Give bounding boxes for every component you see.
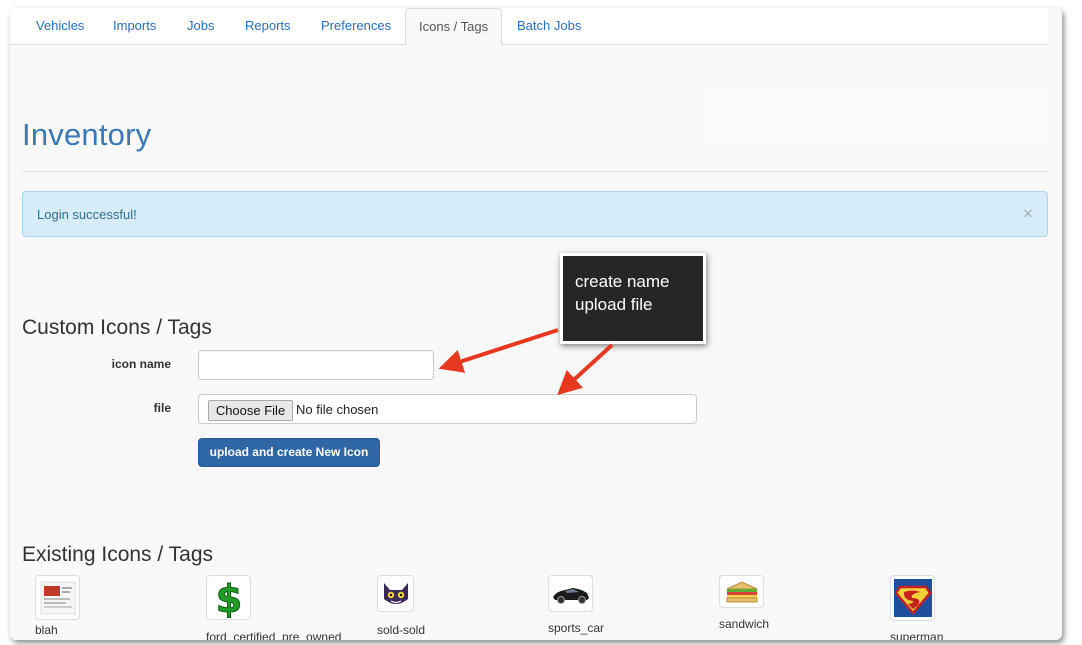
app-window: Vehicles Imports Jobs Reports Preference… bbox=[10, 8, 1062, 640]
tab-jobs[interactable]: Jobs bbox=[174, 8, 227, 45]
tab-batch-jobs[interactable]: Batch Jobs bbox=[504, 8, 594, 45]
tab-imports[interactable]: Imports bbox=[100, 8, 169, 45]
tab-preferences[interactable]: Preferences bbox=[308, 8, 404, 45]
custom-icons-heading: Custom Icons / Tags bbox=[22, 316, 212, 339]
success-alert: Login successful! × bbox=[22, 191, 1048, 237]
icon-tile-label: superman bbox=[890, 630, 944, 640]
icon-name-label: icon name bbox=[111, 357, 171, 371]
choose-file-button[interactable]: Choose File bbox=[208, 400, 293, 421]
icon-tile-label: blah bbox=[35, 623, 58, 637]
close-icon[interactable]: × bbox=[1023, 205, 1033, 223]
icon-tile-label: sold-sold bbox=[377, 623, 426, 637]
annotation-callout: create name upload file bbox=[560, 253, 706, 344]
upload-create-icon-button[interactable]: upload and create New Icon bbox=[198, 438, 380, 467]
file-label: file bbox=[153, 401, 171, 415]
divider bbox=[22, 171, 1048, 172]
icon-tile-label: sports_car bbox=[548, 621, 605, 635]
callout-line: create name bbox=[575, 272, 670, 291]
tab-icons-tags[interactable]: Icons / Tags bbox=[405, 8, 503, 46]
sports-car-icon bbox=[548, 575, 593, 612]
superman-logo-icon bbox=[890, 575, 935, 621]
tab-vehicles[interactable]: Vehicles bbox=[23, 8, 97, 45]
callout-line: upload file bbox=[575, 295, 653, 314]
file-input[interactable]: Choose File No file chosen bbox=[198, 394, 697, 424]
existing-icons-heading: Existing Icons / Tags bbox=[22, 543, 214, 566]
arrow-to-icon-name bbox=[438, 328, 559, 373]
alert-message: Login successful! bbox=[37, 207, 137, 222]
cat-face-icon bbox=[377, 575, 414, 612]
svg-text:$: $ bbox=[215, 578, 241, 618]
dollar-sign-icon: $ bbox=[206, 575, 251, 620]
sandwich-icon bbox=[719, 575, 764, 608]
nav-tabs: Vehicles Imports Jobs Reports Preference… bbox=[10, 8, 1048, 46]
file-status-text: No file chosen bbox=[296, 402, 379, 417]
icon-tile-label: sandwich bbox=[719, 617, 770, 631]
screenshot-thumbnail-icon bbox=[35, 575, 80, 620]
icon-tile-label: ford_certified_pre_owned bbox=[206, 630, 342, 640]
icon-name-input[interactable] bbox=[198, 350, 434, 380]
tab-reports[interactable]: Reports bbox=[232, 8, 304, 45]
page-title: Inventory bbox=[22, 117, 152, 152]
header-placeholder bbox=[708, 88, 1048, 146]
arrow-to-file bbox=[557, 343, 614, 396]
